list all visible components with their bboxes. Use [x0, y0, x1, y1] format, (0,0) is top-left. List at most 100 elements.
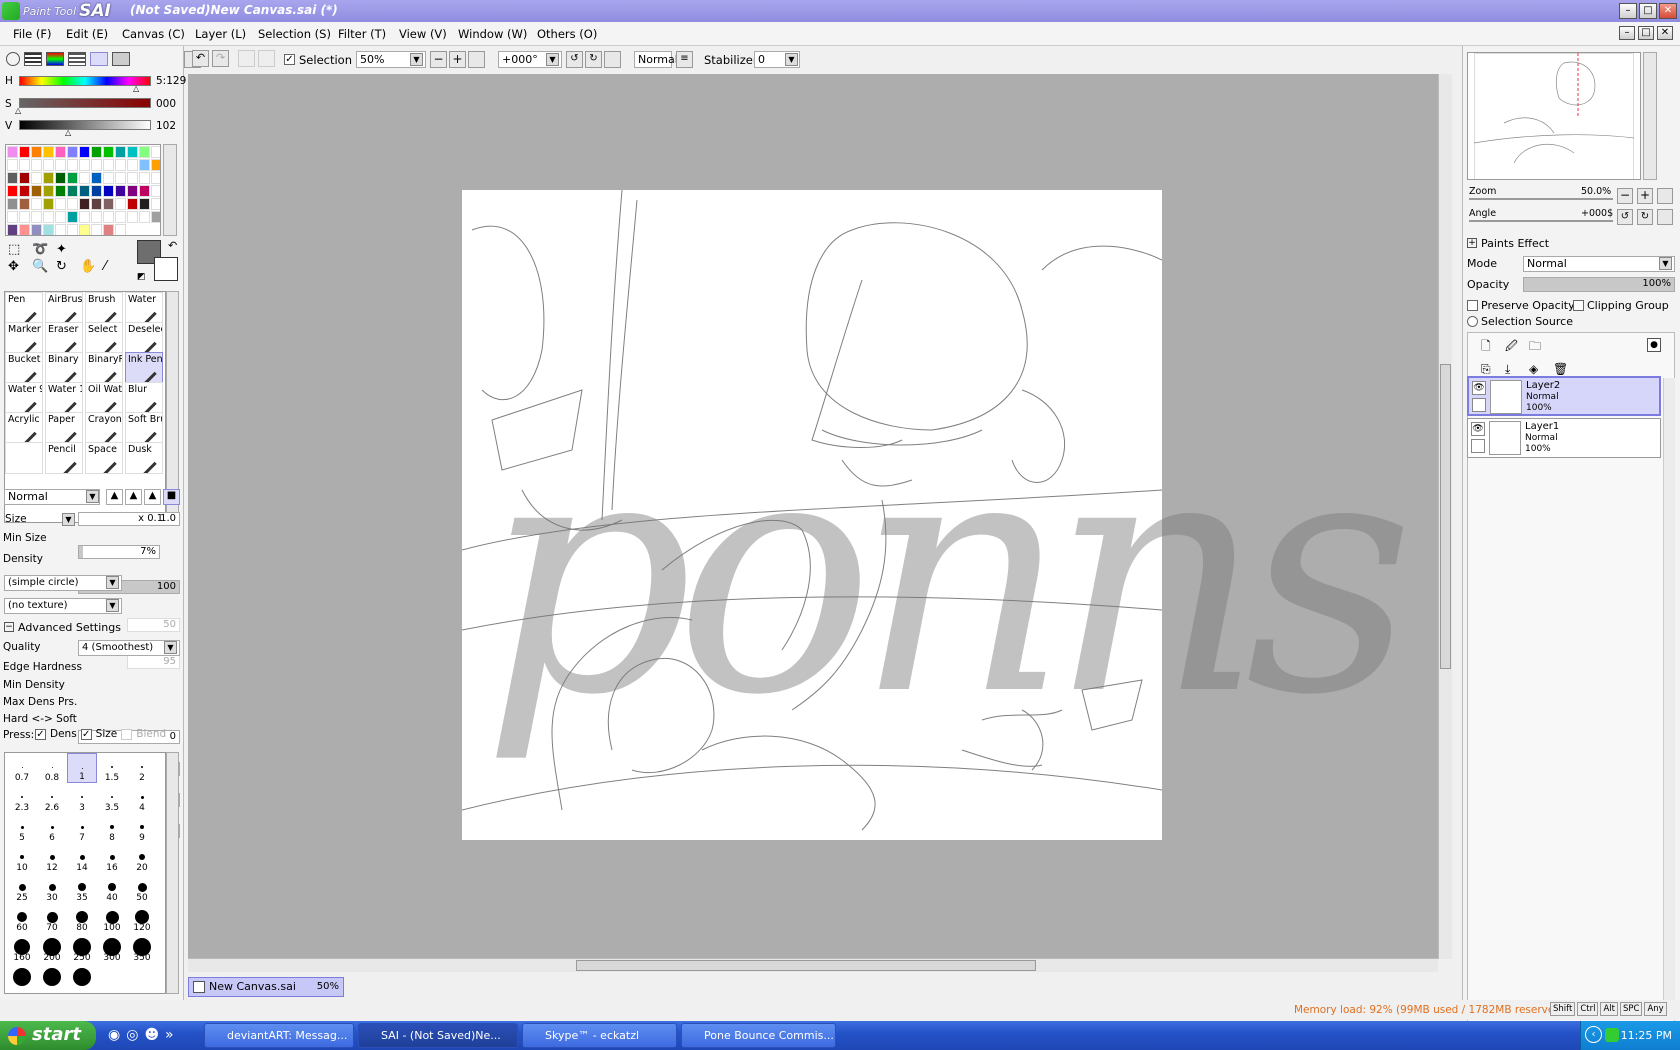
dens-checkbox[interactable] [35, 728, 46, 740]
color-swatch[interactable] [79, 185, 90, 197]
color-swatch[interactable] [19, 146, 30, 158]
zoom-in-button[interactable]: + [449, 51, 466, 68]
view-mode-select[interactable]: Normal [634, 51, 678, 68]
color-swatch[interactable] [91, 224, 102, 235]
brush-size-2-6[interactable]: 2.6 [37, 783, 67, 813]
color-swatch[interactable] [91, 211, 102, 223]
tool-paper[interactable]: Paper [45, 412, 83, 444]
color-swatch[interactable] [139, 211, 150, 223]
tool-binarype[interactable]: BinaryPe [85, 352, 123, 384]
tool-blur[interactable]: Blur [125, 382, 163, 414]
brush-size-40[interactable]: 40 [97, 873, 127, 903]
brush-size-large[interactable] [37, 963, 67, 993]
invert-selection-icon[interactable] [258, 50, 275, 67]
brush-size-100[interactable]: 100 [97, 903, 127, 933]
color-swatch[interactable] [43, 146, 54, 158]
color-swatch[interactable] [127, 211, 138, 223]
nav-rotate-left-button[interactable]: ↺ [1617, 209, 1633, 225]
new-folder-icon[interactable]: 🗀 [1529, 337, 1553, 358]
nav-zoom-in-button[interactable]: + [1637, 188, 1653, 204]
brush-size-6[interactable]: 6 [37, 813, 67, 843]
color-swatch[interactable] [19, 211, 30, 223]
brush-size-1-5[interactable]: 1.5 [97, 753, 127, 783]
brush-size-12[interactable]: 12 [37, 843, 67, 873]
brush-size-250[interactable]: 250 [67, 933, 97, 963]
color-swatch[interactable] [151, 146, 160, 158]
color-swatch[interactable] [43, 172, 54, 184]
clear-layer-icon[interactable]: ◈ [1529, 362, 1553, 377]
color-swatch[interactable] [43, 211, 54, 223]
tray-app-icon[interactable] [1605, 1028, 1619, 1042]
tool-deselect[interactable]: Deselect [125, 322, 163, 354]
brush-size-large[interactable] [67, 963, 97, 993]
color-swatch[interactable] [115, 211, 126, 223]
maximize-button[interactable]: □ [1639, 3, 1657, 19]
brush-size-1[interactable]: 1 [67, 753, 97, 783]
move-icon[interactable]: ✥ [8, 259, 30, 274]
color-swatch[interactable] [67, 172, 78, 184]
swatch-scrollbar[interactable] [163, 144, 177, 236]
expand-icon[interactable]: + [1467, 238, 1477, 248]
color-swatch[interactable] [127, 159, 138, 171]
hue-slider[interactable] [19, 76, 151, 86]
nav-angle-slider[interactable] [1469, 220, 1613, 222]
nav-zoom-out-button[interactable]: − [1617, 188, 1633, 204]
doc-close-button[interactable]: ✕ [1657, 26, 1673, 40]
color-swatch[interactable] [139, 172, 150, 184]
min-size-slider[interactable]: 7% [78, 545, 160, 559]
chevron-down-icon[interactable]: ▼ [86, 490, 99, 503]
size-checkbox[interactable] [80, 728, 92, 740]
brush-size-300[interactable]: 300 [97, 933, 127, 963]
color-swatch[interactable] [103, 224, 114, 235]
chevron-down-icon[interactable]: ▼ [546, 53, 559, 66]
color-swatch[interactable] [151, 185, 160, 197]
color-swatch[interactable] [115, 172, 126, 184]
color-swatch[interactable] [67, 211, 78, 223]
color-swatch[interactable] [139, 198, 150, 210]
color-swatch[interactable] [151, 159, 160, 171]
color-swatch[interactable] [43, 224, 54, 235]
brush-size-14[interactable]: 14 [67, 843, 97, 873]
brush-size-3-5[interactable]: 3.5 [97, 783, 127, 813]
brush-size-2[interactable]: 2 [127, 753, 157, 783]
blend-checkbox[interactable] [121, 728, 133, 740]
rect-select-icon[interactable]: ⬚ [8, 242, 30, 257]
chevron-down-icon[interactable]: ▼ [62, 513, 75, 526]
swap-colors-icon[interactable]: ↶ [168, 239, 177, 252]
color-swatch[interactable] [103, 211, 114, 223]
color-swatch[interactable] [31, 159, 42, 171]
color-swatch[interactable] [67, 198, 78, 210]
zoom-out-button[interactable]: − [430, 51, 447, 68]
brush-shape-select[interactable]: (simple circle) [4, 575, 122, 591]
color-swatch[interactable] [55, 146, 66, 158]
brush-size-60[interactable]: 60 [7, 903, 37, 933]
color-swatch[interactable] [79, 198, 90, 210]
tool-water[interactable]: Water [125, 292, 163, 324]
tool-oil-wate[interactable]: Oil Wate [85, 382, 123, 414]
color-swatch[interactable] [55, 211, 66, 223]
tool-soft-bru[interactable]: Soft Bru [125, 412, 163, 444]
task-deviantart[interactable]: deviantART: Messag... [204, 1023, 354, 1048]
brush-size-10[interactable]: 10 [7, 843, 37, 873]
brush-size-30[interactable]: 30 [37, 873, 67, 903]
menu-filter[interactable]: Filter (T) [338, 27, 386, 41]
color-swatch[interactable] [91, 172, 102, 184]
color-swatch[interactable] [31, 185, 42, 197]
tool-pencil[interactable]: Pencil [45, 442, 83, 474]
tool-water-9[interactable]: Water 9 [5, 382, 43, 414]
swatch-grid[interactable] [5, 144, 161, 236]
brush-size-200[interactable]: 200 [37, 933, 67, 963]
color-swatch[interactable] [151, 211, 160, 223]
layer-row[interactable]: 👁 Layer2 Normal 100% [1467, 376, 1661, 416]
shape-round-icon[interactable]: ▲ [144, 489, 161, 505]
chrome-icon[interactable]: ◉ [108, 1027, 120, 1043]
rotate-right-button[interactable]: ↻ [585, 51, 602, 68]
color-swatch[interactable] [79, 224, 90, 235]
color-swatch[interactable] [151, 198, 160, 210]
canvas-paper[interactable]: ponns [462, 190, 1414, 840]
task-browser[interactable]: Pone Bounce Commis... [681, 1023, 836, 1048]
deselect-icon[interactable] [238, 50, 255, 67]
color-swatch[interactable] [19, 159, 30, 171]
color-swatch[interactable] [19, 172, 30, 184]
color-swatch[interactable] [103, 198, 114, 210]
